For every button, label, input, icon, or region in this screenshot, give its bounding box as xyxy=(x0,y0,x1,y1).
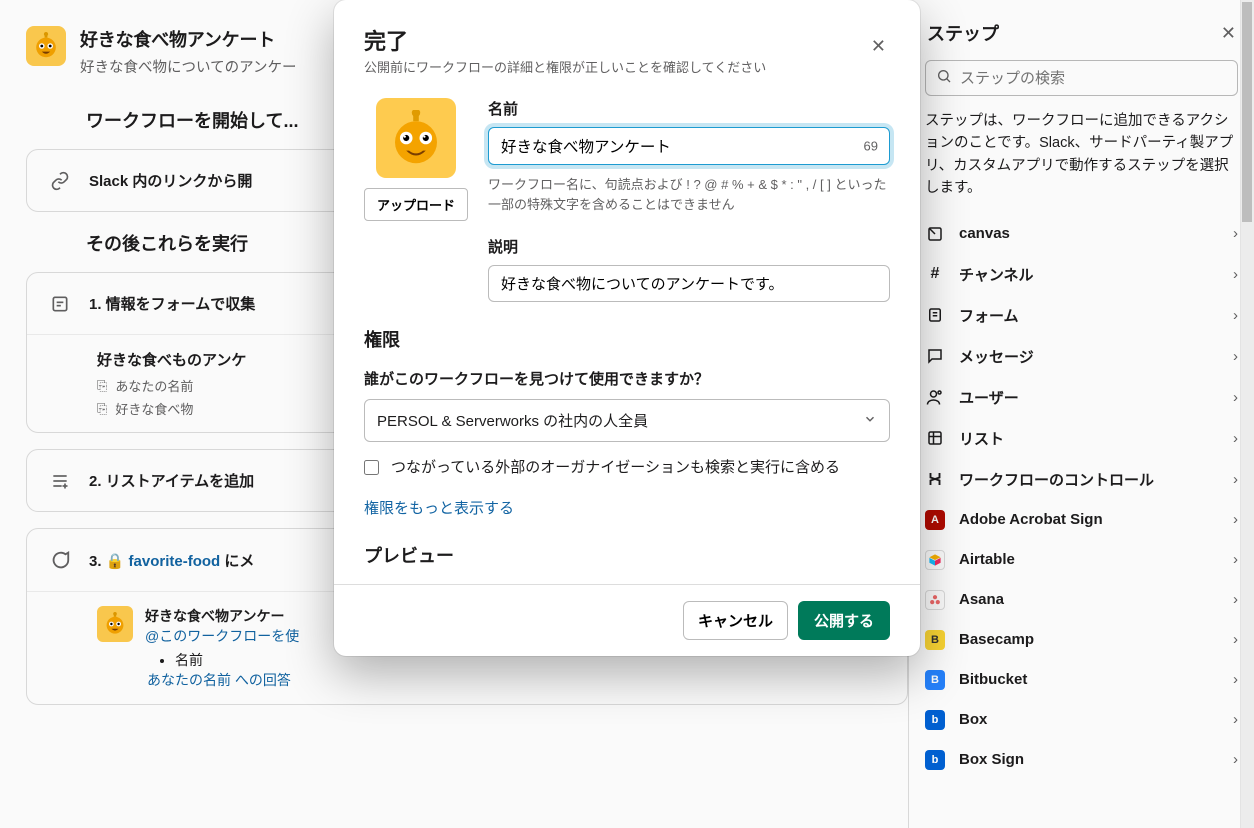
description-label: 説明 xyxy=(488,236,890,257)
upload-button[interactable]: アップロード xyxy=(364,188,468,221)
close-icon[interactable]: ✕ xyxy=(867,32,890,61)
name-input[interactable] xyxy=(488,127,890,165)
permissions-label: 誰がこのワークフローを見つけて使用できますか？ xyxy=(364,368,890,389)
name-hint: ワークフロー名に、句読点および ! ? @ # % + & $ * : " , … xyxy=(488,175,890,217)
modal-title: 完了 xyxy=(364,24,766,56)
show-more-permissions-link[interactable]: 権限をもっと表示する xyxy=(364,497,514,518)
modal-footer: キャンセル 公開する xyxy=(334,584,920,656)
permissions-select[interactable]: PERSOL & Serverworks の社内の人全員 xyxy=(364,399,890,442)
publish-button[interactable]: 公開する xyxy=(798,601,890,640)
permissions-value: PERSOL & Serverworks の社内の人全員 xyxy=(377,410,648,431)
permissions-title: 権限 xyxy=(364,326,890,352)
modal-overlay: 完了 公開前にワークフローの詳細と権限が正しいことを確認してください ✕ アップ… xyxy=(0,0,1254,828)
char-count: 69 xyxy=(864,138,878,153)
external-org-checkbox[interactable] xyxy=(364,460,379,475)
cancel-button[interactable]: キャンセル xyxy=(683,601,788,640)
external-org-label: つながっている外部のオーガナイゼーションも検索と実行に含める xyxy=(391,456,840,479)
preview-section-title: プレビュー xyxy=(364,542,890,568)
description-input[interactable] xyxy=(488,265,890,302)
chevron-down-icon xyxy=(863,412,877,430)
external-org-checkbox-row[interactable]: つながっている外部のオーガナイゼーションも検索と実行に含める xyxy=(364,456,890,479)
finish-modal: 完了 公開前にワークフローの詳細と権限が正しいことを確認してください ✕ アップ… xyxy=(334,0,920,656)
workflow-thumbnail xyxy=(376,98,456,178)
name-label: 名前 xyxy=(488,98,890,119)
modal-subtitle: 公開前にワークフローの詳細と権限が正しいことを確認してください xyxy=(364,58,766,78)
